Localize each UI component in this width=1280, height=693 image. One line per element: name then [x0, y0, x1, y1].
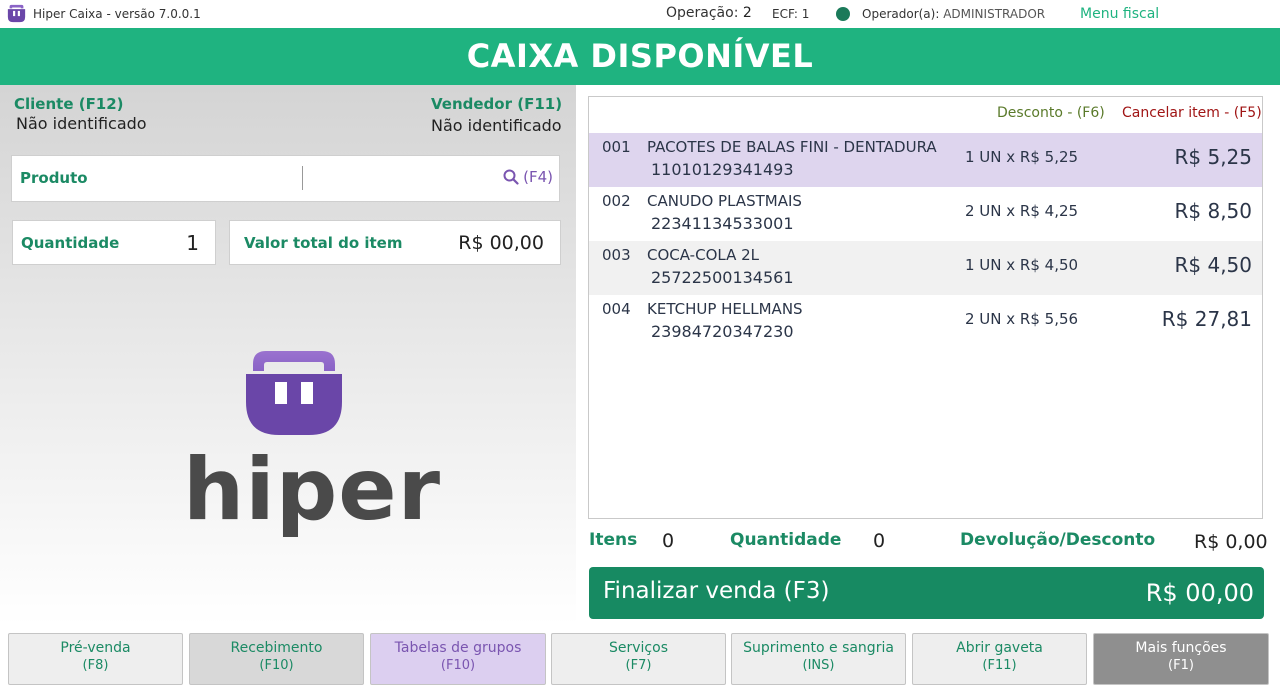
- produto-label: Produto: [20, 169, 88, 187]
- function-bar: Pré-venda (F8) Recebimento (F10) Tabelas…: [0, 625, 1280, 693]
- item-total: R$ 27,81: [1161, 307, 1252, 331]
- button-label: Serviços: [609, 640, 668, 656]
- button-shortcut: (F8): [82, 658, 109, 673]
- quantidade-total-value: 0: [873, 530, 886, 552]
- recebimento-button[interactable]: Recebimento (F10): [189, 633, 364, 685]
- cliente-value: Não identificado: [16, 114, 147, 133]
- button-label: Abrir gaveta: [956, 640, 1043, 656]
- button-shortcut: (F10): [440, 658, 476, 673]
- button-label: Tabelas de grupos: [394, 640, 522, 656]
- operador-name: ADMINISTRADOR: [943, 7, 1046, 21]
- ecf-indicator: ECF: 1: [772, 7, 810, 21]
- finalizar-venda-button[interactable]: Finalizar venda (F3) R$ 00,00: [589, 567, 1264, 619]
- item-name: KETCHUP HELLMANS: [647, 300, 803, 318]
- search-product-button[interactable]: (F4): [503, 168, 553, 186]
- produto-field[interactable]: Produto (F4): [11, 155, 560, 202]
- operacao-value: 2: [742, 5, 752, 21]
- vendedor-label[interactable]: Vendedor (F11): [431, 95, 562, 113]
- finalizar-venda-label: Finalizar venda (F3): [603, 578, 830, 604]
- item-code: 23984720347230: [651, 322, 794, 341]
- sale-summary: Itens 0 Quantidade 0 Devolução/Desconto …: [576, 529, 1280, 559]
- cancelar-item-button[interactable]: Cancelar item - (F5): [1122, 105, 1262, 121]
- button-shortcut: (F1): [1168, 658, 1194, 673]
- desconto-button[interactable]: Desconto - (F6): [997, 105, 1105, 121]
- item-number: 002: [602, 192, 631, 210]
- operacao-label: Operação:: [666, 5, 739, 21]
- search-shortcut: (F4): [523, 168, 553, 186]
- quantidade-total-label: Quantidade: [730, 530, 842, 550]
- item-total: R$ 4,50: [1174, 253, 1252, 277]
- item-quantity: 2 UN x R$ 4,25: [965, 202, 1079, 220]
- status-dot-icon: [836, 7, 850, 21]
- button-shortcut: (F10): [259, 658, 294, 673]
- item-name: PACOTES DE BALAS FINI - DENTADURA: [647, 138, 937, 156]
- item-name: CANUDO PLASTMAIS: [647, 192, 802, 210]
- suprimento-e-sangria-button[interactable]: Suprimento e sangria (INS): [731, 633, 906, 685]
- valor-total-item-field: Valor total do item R$ 00,00: [229, 220, 561, 265]
- pre-venda-button[interactable]: Pré-venda (F8): [8, 633, 183, 685]
- items-list: 001 PACOTES DE BALAS FINI - DENTADURA 11…: [589, 133, 1262, 349]
- item-total: R$ 5,25: [1174, 145, 1252, 169]
- quantidade-label: Quantidade: [21, 234, 120, 252]
- item-quantity: 2 UN x R$ 5,56: [965, 310, 1079, 328]
- finalizar-venda-total: R$ 00,00: [1145, 579, 1254, 607]
- button-label: Recebimento: [230, 640, 323, 656]
- items-list-panel: Desconto - (F6) Cancelar item - (F5) 001…: [588, 96, 1263, 519]
- item-code: 22341134533001: [651, 214, 794, 233]
- itens-label: Itens: [589, 530, 638, 550]
- itens-value: 0: [662, 530, 675, 552]
- tabelas-de-grupos-button[interactable]: Tabelas de grupos (F10): [370, 633, 546, 685]
- right-panel: Desconto - (F6) Cancelar item - (F5) 001…: [576, 85, 1280, 625]
- vendedor-value: Não identificado: [431, 116, 562, 135]
- item-row[interactable]: 004 KETCHUP HELLMANS 23984720347230 2 UN…: [589, 295, 1262, 349]
- button-label: Mais funções: [1135, 640, 1227, 656]
- menu-fiscal-link[interactable]: Menu fiscal: [1080, 6, 1159, 22]
- valor-total-item-value: R$ 00,00: [458, 232, 544, 254]
- item-quantity: 1 UN x R$ 5,25: [965, 148, 1079, 166]
- hiper-brand-word: hiper: [183, 440, 442, 540]
- quantidade-field[interactable]: Quantidade 1: [12, 220, 216, 265]
- item-name: COCA-COLA 2L: [647, 246, 760, 264]
- search-icon: [503, 169, 519, 185]
- page-title: CAIXA DISPONÍVEL: [0, 28, 1280, 85]
- item-code: 25722500134561: [651, 268, 794, 287]
- item-total: R$ 8,50: [1174, 199, 1252, 223]
- items-toolbar: Desconto - (F6) Cancelar item - (F5): [589, 97, 1262, 133]
- item-row[interactable]: 001 PACOTES DE BALAS FINI - DENTADURA 11…: [589, 133, 1262, 187]
- item-number: 004: [602, 300, 631, 318]
- left-panel: Cliente (F12) Não identificado Vendedor …: [0, 85, 576, 625]
- item-number: 003: [602, 246, 631, 264]
- button-shortcut: (F11): [982, 658, 1017, 673]
- servicos-button[interactable]: Serviços (F7): [551, 633, 726, 685]
- item-code: 11010129341493: [651, 160, 794, 179]
- devolucao-desconto-value: R$ 0,00: [1194, 531, 1268, 553]
- button-label: Suprimento e sangria: [743, 640, 894, 656]
- button-label: Pré-venda: [60, 640, 131, 656]
- item-number: 001: [602, 138, 631, 156]
- item-quantity: 1 UN x R$ 4,50: [965, 256, 1079, 274]
- quantidade-value[interactable]: 1: [186, 231, 199, 255]
- item-row[interactable]: 002 CANUDO PLASTMAIS 22341134533001 2 UN…: [589, 187, 1262, 241]
- abrir-gaveta-button[interactable]: Abrir gaveta (F11): [912, 633, 1087, 685]
- hiper-brand-logo-icon: [246, 351, 342, 435]
- valor-total-item-label: Valor total do item: [244, 234, 403, 252]
- hiper-logo-icon: [7, 4, 26, 23]
- app-title: Hiper Caixa - versão 7.0.0.1: [33, 7, 201, 21]
- item-row[interactable]: 003 COCA-COLA 2L 25722500134561 1 UN x R…: [589, 241, 1262, 295]
- produto-input[interactable]: [302, 166, 492, 190]
- title-bar: Hiper Caixa - versão 7.0.0.1 Operação: 2…: [0, 0, 1280, 28]
- operacao-indicator: Operação: 2: [666, 5, 752, 21]
- operador-label: Operador(a):: [862, 7, 940, 21]
- button-shortcut: (INS): [802, 658, 835, 673]
- button-shortcut: (F7): [625, 658, 652, 673]
- devolucao-desconto-label: Devolução/Desconto: [960, 530, 1156, 550]
- operador-indicator: Operador(a): ADMINISTRADOR: [862, 7, 1045, 21]
- cliente-label[interactable]: Cliente (F12): [14, 95, 124, 113]
- mais-funcoes-button[interactable]: Mais funções (F1): [1093, 633, 1269, 685]
